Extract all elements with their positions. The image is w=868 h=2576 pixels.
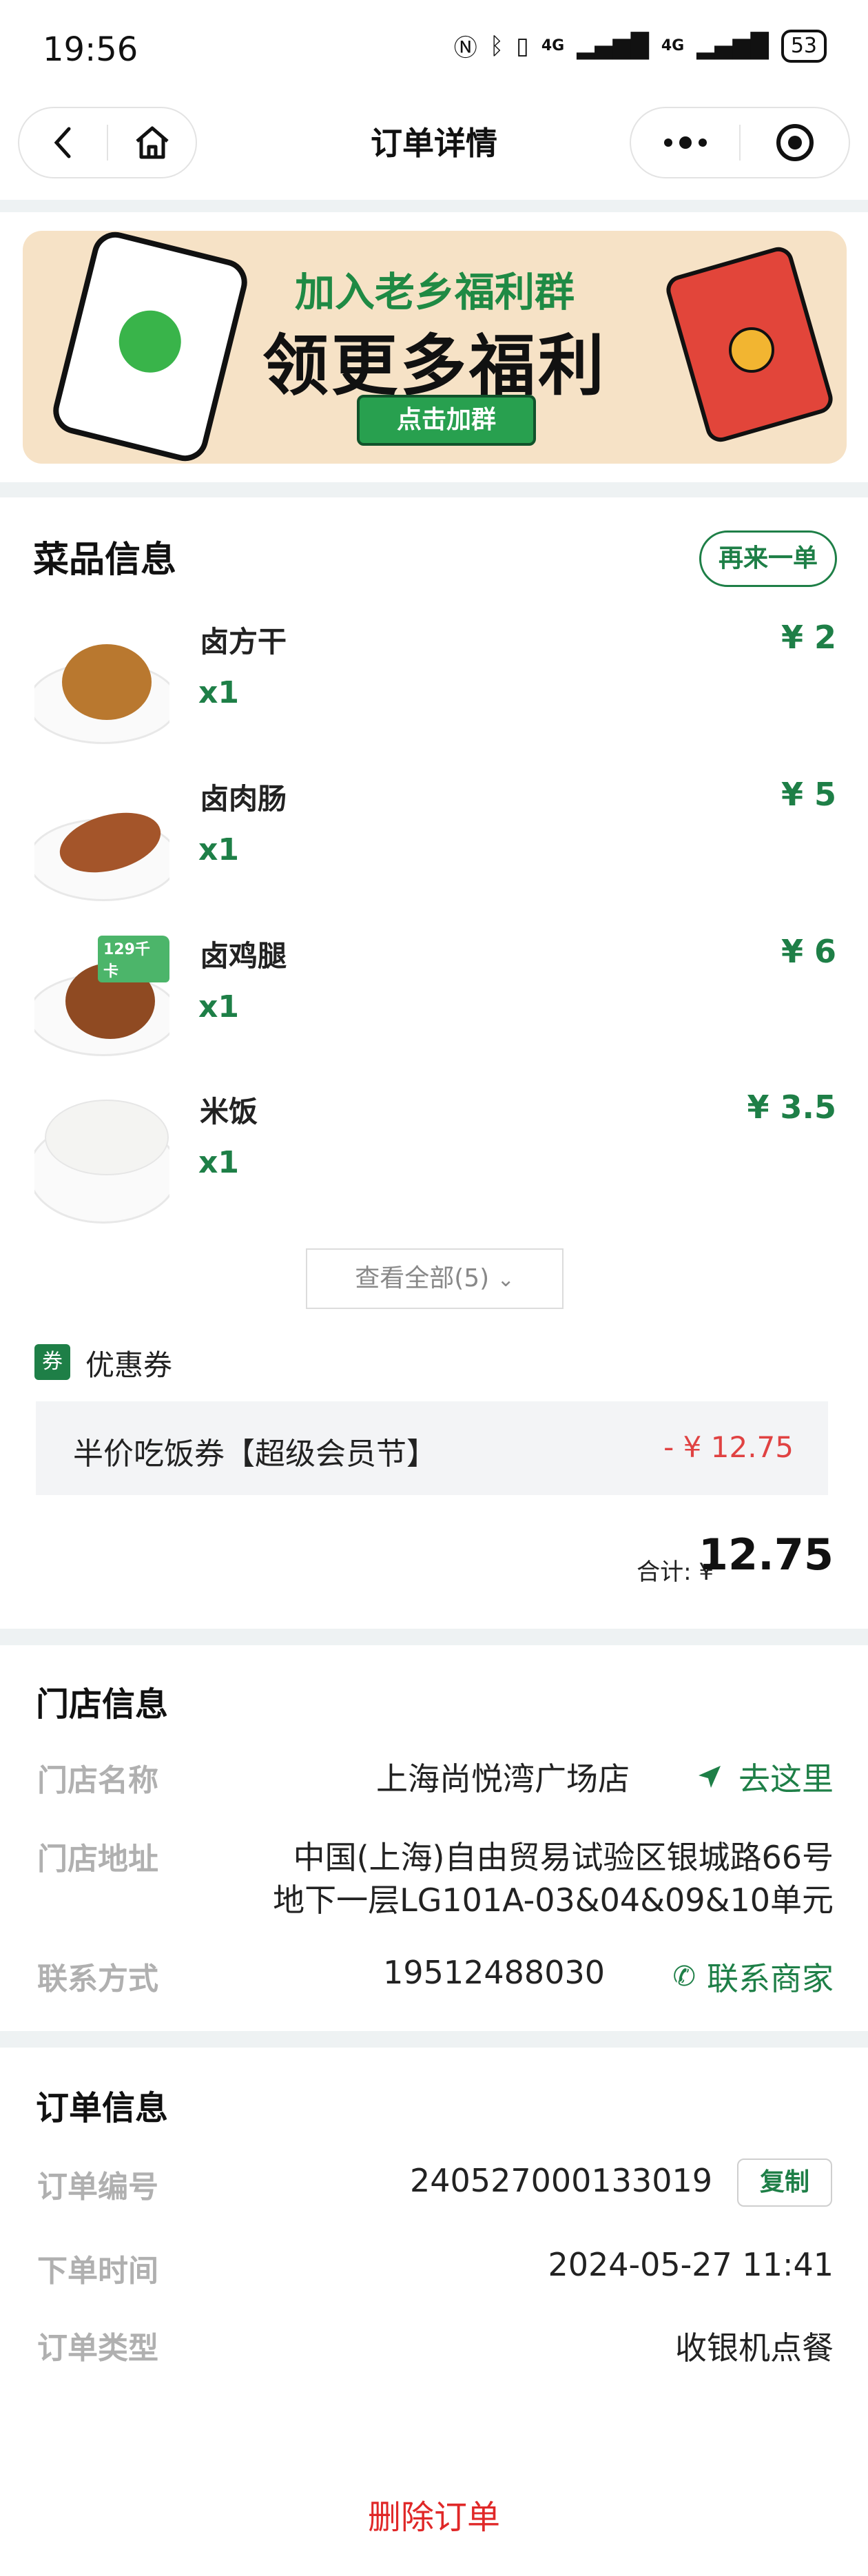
- navigate-label: 去这里: [738, 1760, 834, 1797]
- target-icon: [776, 124, 814, 161]
- chevron-down-icon: ⌄: [497, 1268, 515, 1292]
- navigation-arrow-icon: [699, 1766, 721, 1788]
- join-group-button[interactable]: 点击加群: [357, 395, 536, 446]
- dish-image: 129千卡: [34, 936, 169, 1071]
- store-address-line2: 地下一层LG101A-03&04&09&10单元: [273, 1882, 834, 1919]
- store-phone: 19512488030: [383, 1954, 605, 1991]
- order-section-title: 订单信息: [36, 2089, 169, 2127]
- divider: [0, 482, 868, 497]
- nav-right-capsule: [630, 107, 850, 178]
- order-time-label: 下单时间: [37, 2254, 158, 2289]
- dish-image: [34, 1093, 169, 1228]
- dish-price: ¥ 3.5: [747, 1089, 836, 1126]
- store-address-line1: 中国(上海)自由贸易试验区银城路66号: [293, 1839, 834, 1876]
- dish-name: 米饭: [200, 1095, 258, 1129]
- nfc-icon: Ⓝ: [453, 34, 477, 62]
- bluetooth-icon: ᛒ: [489, 32, 504, 60]
- coupon-icon: 券: [34, 1344, 70, 1380]
- signal-icon-2: ▂▄▆█: [696, 32, 769, 60]
- delete-order-button[interactable]: 删除订单: [0, 2490, 868, 2538]
- banner-line1: 加入老乡福利群: [294, 269, 575, 316]
- status-time: 19:56: [43, 30, 138, 69]
- view-all-label: 查看全部(5): [355, 1264, 490, 1292]
- dish-price: ¥ 5: [781, 776, 836, 813]
- close-miniapp-button[interactable]: [741, 108, 849, 177]
- order-type: 收银机点餐: [675, 2329, 834, 2367]
- dish-qty: x1: [198, 832, 239, 867]
- dish-name: 卤肉肠: [200, 782, 287, 816]
- welfare-group-banner[interactable]: 加入老乡福利群 领更多福利 点击加群: [23, 231, 847, 464]
- more-icon: [663, 136, 707, 149]
- order-time: 2024-05-27 11:41: [548, 2246, 834, 2283]
- store-name: 上海尚悦湾广场店: [376, 1760, 630, 1797]
- banner-line2: 领更多福利: [262, 327, 607, 404]
- divider: [0, 1629, 868, 1645]
- copy-button[interactable]: 复制: [737, 2158, 832, 2207]
- status-icons: Ⓝ ᛒ ▯ 4G ▂▄▆█ 4G ▂▄▆█ 53: [454, 29, 827, 63]
- navigate-button[interactable]: 去这里: [697, 1754, 834, 1800]
- contact-merchant-label: 联系商家: [707, 1960, 834, 1997]
- signal-icon: ▂▄▆█: [577, 32, 649, 60]
- reorder-button[interactable]: 再来一单: [699, 530, 837, 587]
- contact-label: 联系方式: [37, 1961, 158, 1997]
- dish-name: 卤鸡腿: [200, 939, 287, 973]
- total-value: 12.75: [698, 1529, 834, 1580]
- coupon-name: 半价吃饭券【超级会员节】: [73, 1436, 437, 1472]
- store-name-label: 门店名称: [37, 1763, 158, 1798]
- dish-image: [34, 781, 169, 916]
- dish-price: ¥ 6: [781, 933, 836, 970]
- phone-icon: ✆: [672, 1961, 696, 1992]
- order-no-label: 订单编号: [37, 2170, 158, 2205]
- network-4g-label: 4G: [541, 37, 565, 54]
- battery-icon: 53: [781, 29, 827, 63]
- divider: [0, 200, 868, 212]
- store-address-label: 门店地址: [37, 1842, 158, 1877]
- order-no: 240527000133019: [410, 2162, 712, 2199]
- dish-qty: x1: [198, 675, 239, 710]
- divider: [0, 2031, 868, 2048]
- store-section-title: 门店信息: [36, 1685, 169, 1724]
- vibrate-icon: ▯: [516, 32, 529, 60]
- dish-qty: x1: [198, 989, 239, 1024]
- coupon-row: 半价吃饭券【超级会员节】 - ¥ 12.75: [36, 1401, 828, 1495]
- calorie-badge: 129千卡: [98, 936, 169, 982]
- dish-price: ¥ 2: [781, 619, 836, 656]
- coupon-title: 优惠券: [85, 1348, 173, 1382]
- dish-qty: x1: [198, 1145, 239, 1180]
- dish-image: [34, 624, 169, 759]
- contact-merchant-button[interactable]: ✆ 联系商家: [672, 1954, 834, 1999]
- view-all-button[interactable]: 查看全部(5) ⌄: [306, 1248, 564, 1309]
- coupon-amount: - ¥ 12.75: [663, 1430, 794, 1464]
- order-type-label: 订单类型: [37, 2331, 158, 2366]
- dish-section-title: 菜品信息: [33, 539, 177, 581]
- more-button[interactable]: [631, 108, 739, 177]
- dish-name: 卤方干: [200, 625, 287, 659]
- network-4g-label-2: 4G: [661, 37, 685, 54]
